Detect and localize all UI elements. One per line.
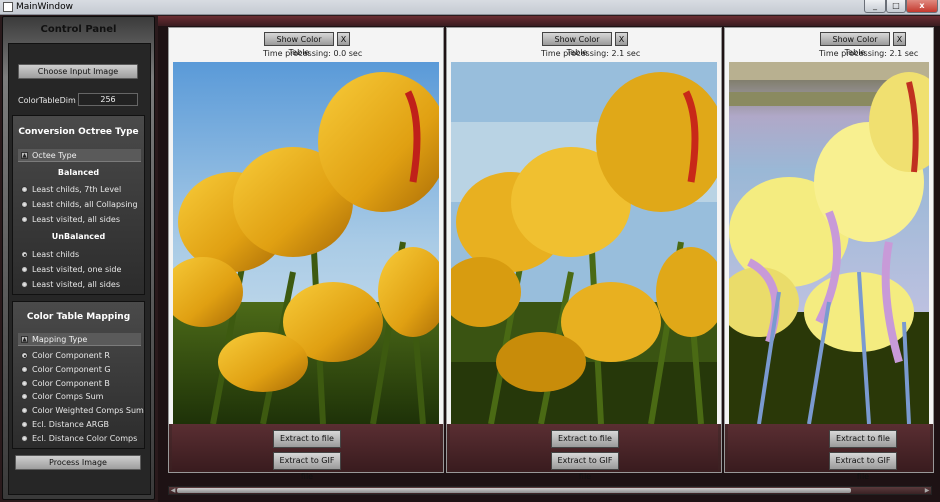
radio-icon [21,393,28,400]
radio-unbalanced-3[interactable]: Least visited, all sides [21,279,120,290]
mapping-group-title: Color Table Mapping [26,312,131,322]
show-color-table-button[interactable]: Show Color Table [264,32,334,57]
close-panel-button[interactable]: X [337,32,350,46]
radio-label: Color Component G [32,365,111,374]
show-color-table-button[interactable]: Show Color Table [542,32,612,57]
radio-icon [21,421,28,428]
radio-label: Ecl. Distance Color Comps [32,434,138,443]
radio-icon [21,435,28,442]
mapping-expander-label: Mapping Type [32,335,88,344]
radio-icon [21,366,28,373]
image-view [729,62,929,424]
radio-icon [21,407,28,414]
radio-icon [21,281,28,288]
radio-label: Least childs, 7th Level [32,185,122,194]
close-window-button[interactable]: x [906,0,938,13]
extract-to-file-button[interactable]: Extract to file [551,430,619,448]
extract-to-gif-button[interactable]: Extract to GIF file [273,452,341,481]
image-view [173,62,439,424]
tulip-image [451,62,717,424]
title-bar: MainWindow _ □ x [0,0,940,15]
scroll-right-arrow-icon[interactable]: ▶ [923,487,931,494]
tulip-image [729,62,929,424]
radio-icon [21,266,28,273]
close-panel-button[interactable]: X [893,32,906,46]
radio-label: Least visited, one side [32,265,122,274]
color-table-dim-label: ColorTableDim [18,96,76,105]
color-table-dim-input[interactable]: 256 [78,93,138,106]
octree-group-title: Conversion Octree Type [18,127,139,137]
mapping-type-group: Color Table Mapping ▲ Mapping Type Color… [12,301,145,449]
radio-icon [21,201,28,208]
radio-label: Ecl. Distance ARGB [32,420,110,429]
workspace-header [158,16,940,26]
window-title: MainWindow [16,2,73,12]
radio-unbalanced-2[interactable]: Least visited, one side [21,264,121,275]
radio-icon [21,380,28,387]
tulip-image [173,62,439,424]
radio-label: Least childs [32,250,80,259]
radio-label: Color Comps Sum [32,392,104,401]
process-image-button[interactable]: Process Image [15,455,141,470]
radio-mapping-1[interactable]: Color Component R [21,350,110,361]
collapse-icon: ▲ [21,336,28,343]
radio-mapping-4[interactable]: Color Comps Sum [21,391,103,402]
maximize-button[interactable]: □ [886,0,906,13]
extract-to-file-button[interactable]: Extract to file [273,430,341,448]
radio-icon [21,251,28,258]
radio-label: Least visited, all sides [32,215,121,224]
octree-expander-label: Octee Type [32,151,77,160]
processing-time: Time processing: 2.1 sec [541,49,641,58]
scrollbar-thumb[interactable] [177,488,851,493]
processing-time: Time processing: 0.0 sec [263,49,363,58]
radio-icon [21,186,28,193]
radio-unbalanced-1[interactable]: Least childs [21,249,79,260]
extract-to-gif-button[interactable]: Extract to GIF file [829,452,897,481]
image-panel-original: Show Color Table X Time processing: 0.0 … [168,27,444,481]
image-view [451,62,717,424]
radio-label: Color Weighted Comps Sum [32,406,144,415]
octree-type-group: Conversion Octree Type ▲ Octee Type Bala… [12,115,145,295]
radio-mapping-7[interactable]: Ecl. Distance Color Comps [21,433,137,444]
control-panel-title: Control Panel [40,24,117,35]
horizontal-scrollbar[interactable]: ◀ ▶ [168,486,932,495]
collapse-icon: ▲ [21,152,28,159]
show-color-table-button[interactable]: Show Color Table [820,32,890,57]
radio-mapping-3[interactable]: Color Component B [21,378,110,389]
image-panel-quantized: Show Color Table X Time processing: 2.1 … [446,27,722,481]
image-panel-mapped: Show Color Table X Time processing: 2.1 … [724,27,934,481]
extract-to-gif-button[interactable]: Extract to GIF file [551,452,619,481]
radio-label: Least visited, all sides [32,280,121,289]
radio-balanced-2[interactable]: Least childs, all Collapsing [21,199,138,210]
radio-mapping-2[interactable]: Color Component G [21,364,111,375]
radio-icon [21,352,28,359]
radio-label: Color Component R [32,351,110,360]
radio-icon [21,216,28,223]
mapping-type-expander[interactable]: ▲ Mapping Type [18,333,141,346]
radio-balanced-3[interactable]: Least visited, all sides [21,214,120,225]
unbalanced-heading: UnBalanced [51,232,106,241]
app-icon [3,2,13,12]
processing-time: Time processing: 2.1 sec [819,49,919,58]
minimize-button[interactable]: _ [864,0,886,13]
radio-balanced-1[interactable]: Least childs, 7th Level [21,184,121,195]
radio-label: Least childs, all Collapsing [32,200,138,209]
balanced-heading: Balanced [57,168,100,177]
extract-to-file-button[interactable]: Extract to file [829,430,897,448]
choose-input-image-button[interactable]: Choose Input Image [18,64,138,79]
radio-label: Color Component B [32,379,110,388]
octree-type-expander[interactable]: ▲ Octee Type [18,149,141,162]
close-panel-button[interactable]: X [615,32,628,46]
scroll-left-arrow-icon[interactable]: ◀ [169,487,177,494]
radio-mapping-5[interactable]: Color Weighted Comps Sum [21,405,144,416]
radio-mapping-6[interactable]: Ecl. Distance ARGB [21,419,109,430]
